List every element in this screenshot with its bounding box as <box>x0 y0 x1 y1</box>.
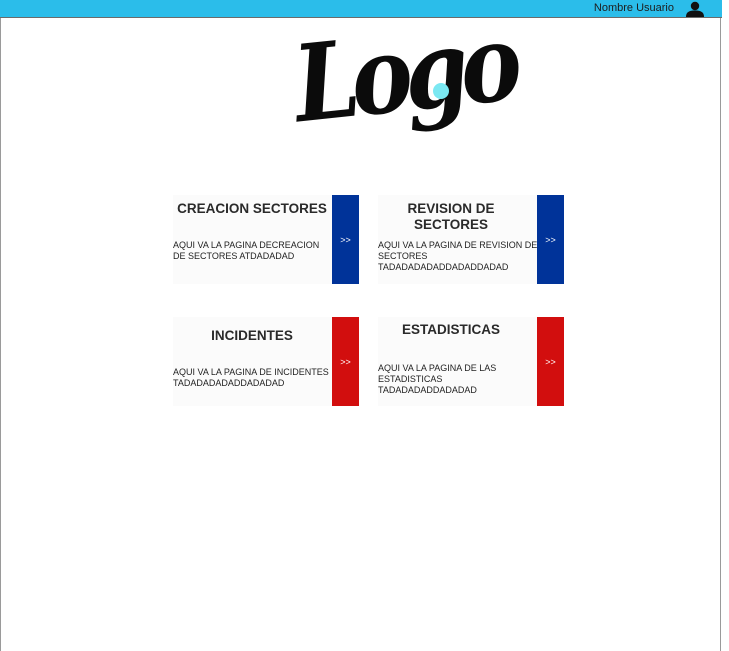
logo-text: Logo <box>288 0 520 147</box>
card-title: REVISION DE SECTORES <box>407 201 495 232</box>
card-title: INCIDENTES <box>211 328 293 343</box>
card-description: AQUI VA LA PAGINA DE REVISION DE SECTORE… <box>378 240 538 272</box>
card-creacion-sectores[interactable]: CREACION SECTORES AQUI VA LA PAGINA DECR… <box>173 195 359 284</box>
card-arrow-button[interactable]: >> <box>537 317 564 406</box>
username-label[interactable]: Nombre Usuario <box>594 2 674 15</box>
card-arrow-button[interactable]: >> <box>332 317 359 406</box>
logo-dot <box>433 83 449 99</box>
card-arrow-button[interactable]: >> <box>332 195 359 284</box>
card-estadisticas[interactable]: ESTADISTICAS AQUI VA LA PAGINA DE LAS ES… <box>378 317 564 406</box>
card-description: AQUI VA LA PAGINA DECREACION DE SECTORES… <box>173 240 320 261</box>
card-description: AQUI VA LA PAGINA DE INCIDENTES TADADADA… <box>173 367 329 388</box>
card-incidentes[interactable]: INCIDENTES AQUI VA LA PAGINA DE INCIDENT… <box>173 317 359 406</box>
card-title: CREACION SECTORES <box>177 201 327 216</box>
card-title: ESTADISTICAS <box>401 322 500 337</box>
user-icon[interactable] <box>684 0 706 18</box>
logo: Logo <box>288 0 520 174</box>
card-revision-sectores[interactable]: REVISION DE SECTORES AQUI VA LA PAGINA D… <box>378 195 564 284</box>
card-arrow-button[interactable]: >> <box>537 195 564 284</box>
card-description: AQUI VA LA PAGINA DE LAS ESTADISTICAS TA… <box>378 363 497 395</box>
